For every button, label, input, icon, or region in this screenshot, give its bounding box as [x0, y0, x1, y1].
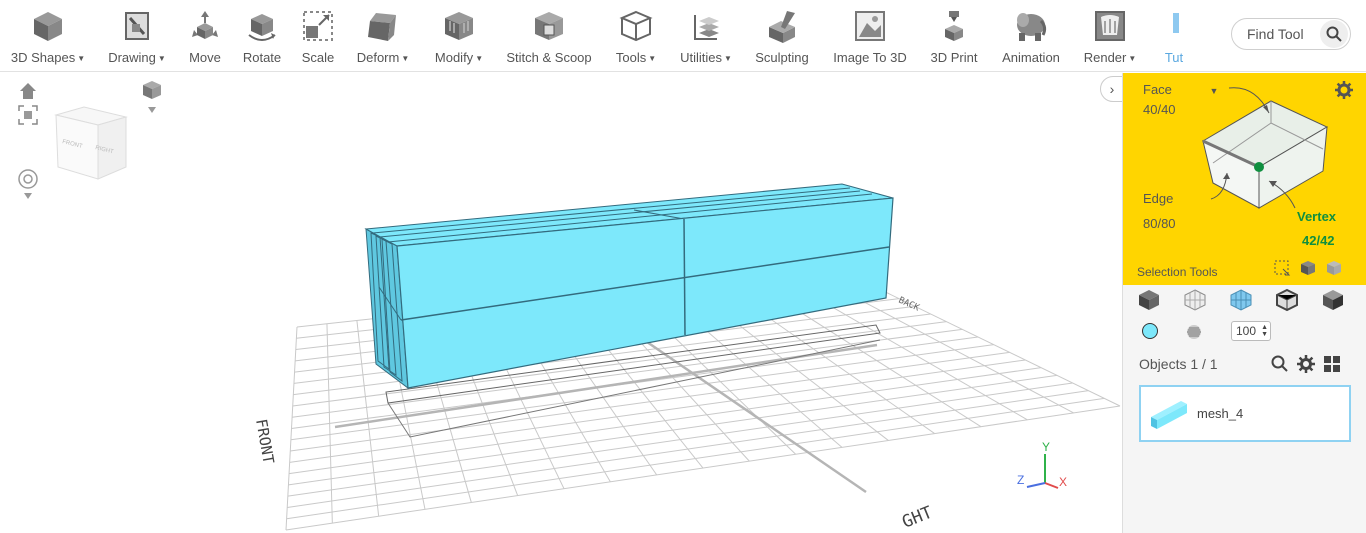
tool-scale[interactable]: Scale: [295, 0, 341, 72]
grid-line: [285, 405, 1121, 531]
orbit-icon[interactable]: [16, 169, 40, 208]
tool-rotate[interactable]: Rotate: [238, 0, 286, 72]
mesh-object[interactable]: [364, 183, 894, 390]
3d-viewport[interactable]: FRONT GHT BACK Y X Z FRONT RIGHT: [0, 73, 1122, 533]
grid-line: [287, 390, 1089, 508]
tool-modify[interactable]: Modify ▼: [428, 0, 490, 72]
floor-label-right: GHT: [899, 503, 935, 533]
tool-tools[interactable]: Tools ▼: [610, 0, 662, 72]
find-tool-input[interactable]: Find Tool: [1231, 18, 1351, 50]
chevron-down-icon: ▼: [648, 54, 657, 63]
axis-label-x: X: [1059, 475, 1067, 489]
object-card-mesh-4[interactable]: mesh_4: [1139, 385, 1351, 442]
object-name: mesh_4: [1197, 406, 1244, 421]
animation-icon: [1013, 8, 1049, 44]
floor-label-back: BACK: [897, 296, 921, 314]
chevron-down-icon: ▼: [475, 54, 484, 63]
grid-view-icon[interactable]: [1323, 355, 1341, 373]
search-icon[interactable]: [1271, 355, 1289, 373]
objects-title: Objects 1 / 1: [1139, 356, 1218, 372]
axis-label-z: Z: [1017, 473, 1024, 487]
scale-icon: [300, 8, 336, 44]
select-none-icon[interactable]: [1325, 259, 1343, 277]
cube-icon: [30, 8, 66, 44]
tool-utilities[interactable]: Utilities ▼: [674, 0, 738, 72]
drawing-icon: [119, 8, 155, 44]
face-count: 40/40: [1143, 102, 1176, 117]
color-swatch[interactable]: [1141, 322, 1159, 345]
tutorial-icon: [1152, 8, 1184, 44]
deform-icon: [365, 8, 401, 44]
chevron-down-icon: ▼: [1261, 331, 1268, 338]
tool-3d-shapes[interactable]: 3D Shapes ▼: [6, 0, 90, 72]
utilities-icon: [688, 8, 724, 44]
chevron-down-icon: ▼: [723, 54, 732, 63]
material-icon[interactable]: [1186, 324, 1202, 345]
view-cube-menu-icon[interactable]: [140, 79, 164, 120]
gear-icon[interactable]: [1335, 81, 1353, 104]
tool-render[interactable]: Render ▼: [1080, 0, 1140, 72]
selection-tools-label: Selection Tools: [1137, 265, 1218, 279]
image-to-3d-icon: [852, 8, 888, 44]
tool-3d-print[interactable]: 3D Print: [924, 0, 984, 72]
modify-icon: [441, 8, 477, 44]
chevron-down-icon: ▼: [1128, 54, 1137, 63]
lasso-select-icon[interactable]: [1273, 259, 1291, 277]
vertex-count: 42/42: [1302, 233, 1335, 248]
move-icon: [187, 8, 223, 44]
chevron-up-icon: ▲: [1261, 324, 1268, 331]
wireframe-view-icon[interactable]: [1183, 288, 1207, 312]
scene-canvas[interactable]: FRONT GHT BACK Y X Z: [0, 73, 1122, 533]
chevron-right-icon: ›: [1109, 81, 1115, 97]
tool-move[interactable]: Move: [181, 0, 229, 72]
object-thumbnail: [1151, 400, 1187, 429]
rotate-icon: [244, 8, 280, 44]
home-icon[interactable]: [18, 81, 38, 106]
floor-label-front: FRONT: [252, 418, 278, 466]
chevron-down-icon: ▼: [157, 54, 166, 63]
sculpting-icon: [764, 8, 800, 44]
gear-icon[interactable]: [1297, 355, 1315, 373]
search-icon[interactable]: [1320, 20, 1348, 48]
view-cube[interactable]: FRONT RIGHT: [50, 103, 130, 188]
selection-mode-box: Face ▼ 40/40 Edge 80/80 Vertex 42/42 Sel…: [1123, 73, 1366, 285]
3d-print-icon: [936, 8, 972, 44]
flat-shade-view-icon[interactable]: [1321, 288, 1345, 312]
tool-deform[interactable]: Deform ▼: [350, 0, 416, 72]
edge-count: 80/80: [1143, 216, 1176, 231]
solid-wireframe-view-icon[interactable]: [1229, 288, 1253, 312]
grid-line: [287, 382, 1073, 497]
fit-view-icon[interactable]: [18, 105, 38, 130]
solid-view-icon[interactable]: [1137, 288, 1161, 312]
select-all-icon[interactable]: [1299, 259, 1317, 277]
opacity-stepper[interactable]: 100 ▲ ▼: [1231, 321, 1271, 341]
axis-label-y: Y: [1042, 440, 1050, 454]
selection-cube-illustration: [1201, 87, 1329, 209]
stitch-scoop-icon: [531, 8, 567, 44]
tool-drawing[interactable]: Drawing ▼: [102, 0, 172, 72]
tool-image-to-3d[interactable]: Image To 3D: [828, 0, 912, 72]
tool-stitch-scoop[interactable]: Stitch & Scoop: [502, 0, 596, 72]
chevron-down-icon: ▼: [401, 54, 410, 63]
main-toolbar: 3D Shapes ▼ Drawing ▼ Move Rotate Scale De…: [0, 0, 1366, 72]
right-panel: Face ▼ 40/40 Edge 80/80 Vertex 42/42 Sel…: [1122, 73, 1366, 533]
chevron-down-icon: ▼: [77, 54, 86, 63]
tools-icon: [618, 8, 654, 44]
tool-tutorial[interactable]: Tut: [1152, 0, 1184, 72]
tool-sculpting[interactable]: Sculpting: [750, 0, 814, 72]
render-icon: [1092, 8, 1128, 44]
collapse-panel-button[interactable]: ›: [1100, 76, 1124, 102]
axis-indicator: Y X Z: [1017, 440, 1067, 489]
tool-animation[interactable]: Animation: [996, 0, 1066, 72]
xray-view-icon[interactable]: [1275, 288, 1299, 312]
edge-mode-label[interactable]: Edge: [1143, 191, 1173, 206]
